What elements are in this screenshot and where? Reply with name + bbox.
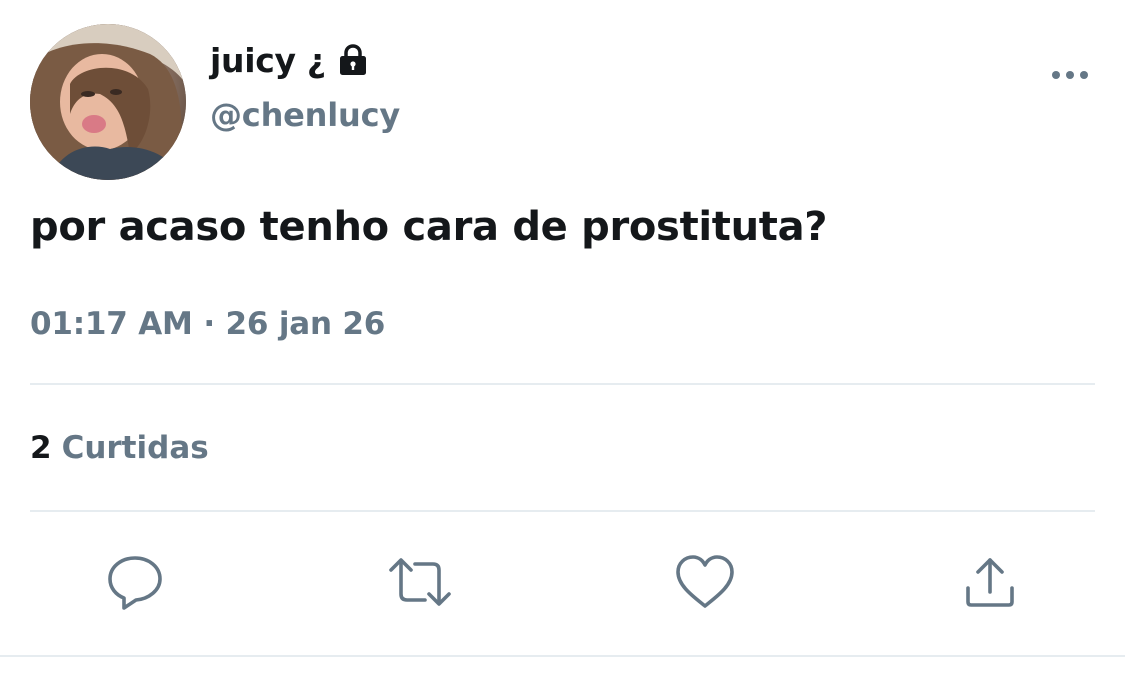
divider — [0, 655, 1125, 657]
like-button[interactable] — [673, 552, 737, 616]
tweet-text: por acaso tenho cara de prostituta? — [30, 204, 828, 250]
share-button[interactable] — [958, 552, 1022, 616]
timestamp-separator: · — [203, 306, 215, 342]
avatar[interactable] — [30, 24, 186, 180]
share-icon — [962, 554, 1018, 614]
divider — [30, 510, 1095, 512]
likes-stat[interactable]: 2 Curtidas — [30, 430, 209, 466]
user-handle[interactable]: @chenlucy — [210, 96, 400, 134]
user-names: juicy ¿ @chenlucy — [210, 38, 400, 135]
retweet-button[interactable] — [388, 552, 452, 616]
tweet-date: 26 jan 26 — [225, 306, 386, 342]
heart-icon — [674, 554, 736, 614]
lock-icon — [336, 43, 370, 77]
likes-count: 2 — [30, 430, 52, 466]
divider — [30, 383, 1095, 385]
reply-icon — [105, 552, 165, 616]
more-options-icon[interactable] — [1045, 60, 1095, 90]
display-name[interactable]: juicy ¿ — [210, 41, 326, 80]
tweet-actions — [0, 552, 1125, 616]
tweet-timestamp[interactable]: 01:17 AM · 26 jan 26 — [30, 306, 385, 342]
display-name-row: juicy ¿ — [210, 38, 400, 82]
tweet-header: juicy ¿ @chenlucy — [30, 24, 1095, 180]
likes-label: Curtidas — [61, 430, 209, 466]
retweet-icon — [387, 554, 453, 614]
tweet-time: 01:17 AM — [30, 306, 193, 342]
reply-button[interactable] — [103, 552, 167, 616]
